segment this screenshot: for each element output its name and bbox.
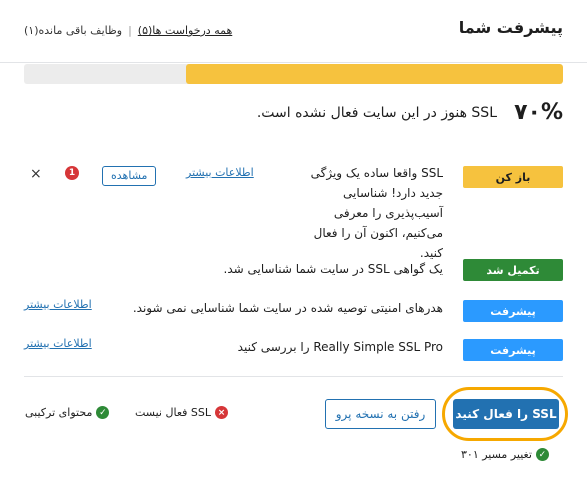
task-badge-open: باز کن: [463, 166, 563, 188]
card-header: پیشرفت شما همه درخواست ها(۵) | وظایف باق…: [0, 0, 587, 63]
header-separator: |: [128, 24, 132, 37]
task-item-ssl-certificate: تکمیل شد یک گواهی SSL در سایت شما شناسای…: [24, 259, 563, 283]
task-text: یک گواهی SSL در سایت شما شناسایی شد.: [223, 262, 443, 276]
learn-more-link[interactable]: اطلاعات بیشتر: [186, 166, 254, 179]
progress-bar-fill: [185, 64, 563, 84]
task-text: هدرهای امنیتی توصیه شده در سایت شما شناس…: [132, 301, 443, 315]
learn-more-link[interactable]: اطلاعات بیشتر: [24, 337, 92, 350]
task-text: Really Simple SSL Pro را بررسی کنید: [237, 340, 443, 354]
progress-card: پیشرفت شما همه درخواست ها(۵) | وظایف باق…: [0, 0, 587, 486]
task-item-security-headers: پیشرفت هدرهای امنیتی توصیه شده در سایت ش…: [24, 298, 563, 322]
task-badge-premium: پیشرفت: [463, 300, 563, 322]
error-icon: ×: [215, 406, 228, 419]
learn-more-link[interactable]: اطلاعات بیشتر: [24, 298, 92, 311]
status-ssl-inactive: × SSL فعال نیست: [135, 406, 228, 419]
status-label: SSL فعال نیست: [135, 406, 211, 419]
status-mixed-content: ✓ محتوای ترکیبی: [25, 406, 110, 419]
task-item-new-feature: باز کن SSL واقعا ساده یک ویژگی جدید دارد…: [24, 166, 563, 260]
card-title: پیشرفت شما: [458, 18, 563, 37]
header-links: همه درخواست ها(۵) | وظایف باقی مانده(۱): [24, 24, 232, 37]
status-label: محتوای ترکیبی: [25, 406, 93, 419]
task-text: SSL واقعا ساده یک ویژگی جدید دارد! شناسا…: [310, 166, 443, 260]
progress-status-text: SSL هنوز در این سایت فعال نشده است.: [256, 105, 497, 121]
task-badge-done: تکمیل شد: [463, 259, 563, 281]
check-icon: ✓: [535, 448, 549, 461]
all-requests-link[interactable]: همه درخواست ها(۵): [138, 24, 232, 37]
view-button[interactable]: مشاهده: [102, 166, 157, 186]
footer-divider: [24, 376, 563, 377]
check-icon: ✓: [96, 406, 110, 419]
status-label: تغییر مسیر ۳۰۱: [461, 448, 532, 461]
close-icon[interactable]: ×: [30, 166, 42, 182]
activate-ssl-button[interactable]: SSL را فعال کنید: [453, 399, 559, 429]
progress-bar: [24, 64, 563, 84]
go-pro-button[interactable]: رفتن به نسخه پرو: [325, 399, 436, 429]
remaining-tasks-label: وظایف باقی مانده(۱): [24, 24, 123, 37]
task-badge-premium: پیشرفت: [463, 339, 563, 361]
alert-count-icon: 1: [65, 166, 79, 180]
status-301-redirect: ✓ تغییر مسیر ۳۰۱: [461, 448, 549, 461]
task-item-pro-upgrade: پیشرفت Really Simple SSL Pro را بررسی کن…: [24, 337, 563, 361]
progress-percent: ۷۰%: [514, 100, 563, 125]
